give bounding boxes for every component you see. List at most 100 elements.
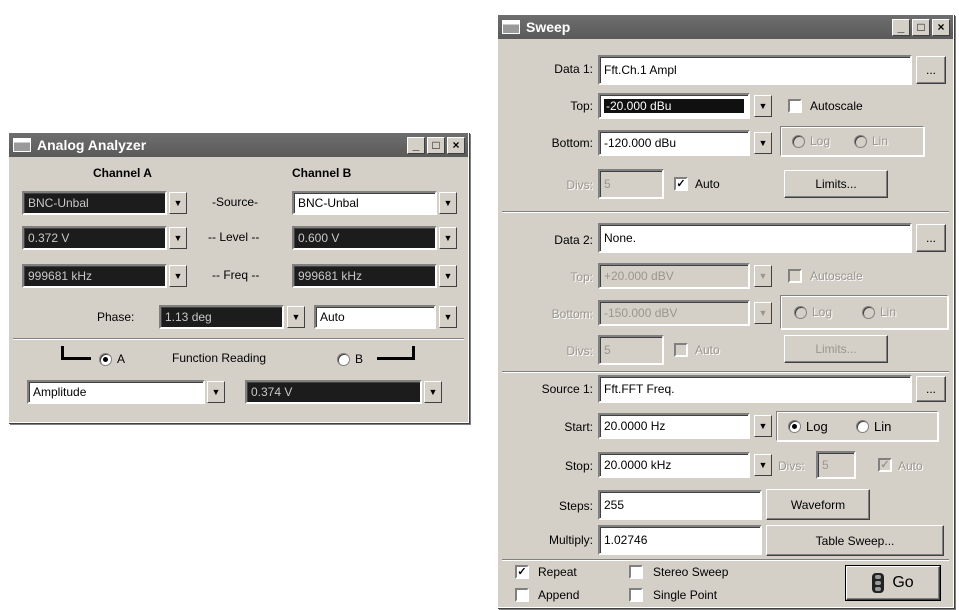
table-sweep-button[interactable]: Table Sweep... [766, 525, 944, 556]
dropdown-arrow-icon: ▼ [173, 233, 183, 243]
source1-value: Fft.FFT Freq. [604, 382, 675, 396]
stop-field[interactable]: 20.0000 kHz [598, 452, 750, 478]
minimize-button[interactable]: _ [892, 18, 910, 36]
channel-b-freq-dropdown[interactable]: ▼ [439, 265, 457, 287]
analog-titlebar[interactable]: Analog Analyzer _ □ × [9, 133, 468, 157]
data1-browse-button[interactable]: ... [916, 56, 946, 84]
channel-a-level-field: 0.372 V [22, 226, 167, 250]
function-value-field: 0.374 V [245, 380, 422, 404]
data1-log-radio[interactable] [792, 135, 805, 148]
multiply-field[interactable]: 1.02746 [598, 525, 762, 555]
window-icon [13, 138, 31, 152]
multiply-value: 1.02746 [604, 533, 648, 547]
divs-label: Divs: [566, 178, 593, 192]
channel-b-level-dropdown[interactable]: ▼ [439, 227, 457, 249]
divs2-auto-checkbox [674, 343, 688, 357]
channel-a-source-value: BNC-Unbal [28, 196, 89, 210]
divs-auto-checkbox[interactable]: ✓ [674, 177, 688, 191]
source-lin-radio[interactable] [856, 420, 869, 433]
phase-dropdown[interactable]: ▼ [287, 306, 305, 328]
divs2-value: 5 [604, 343, 611, 357]
source-label: -Source- [212, 195, 259, 209]
level-label: -- Level -- [208, 230, 260, 244]
bottom-dropdown[interactable]: ▼ [754, 132, 772, 154]
window-title: Sweep [526, 19, 571, 35]
autoscale-label: Autoscale [810, 99, 863, 113]
dropdown-arrow-icon: ▼ [758, 460, 768, 470]
stop-value: 20.0000 kHz [604, 458, 672, 472]
data1-value: Fft.Ch.1 Ampl [604, 63, 677, 77]
start-field[interactable]: 20.0000 Hz [598, 413, 750, 439]
channel-a-source-dropdown[interactable]: ▼ [169, 192, 187, 214]
phase-mode-value: Auto [320, 310, 345, 324]
close-button[interactable]: × [447, 136, 465, 154]
append-checkbox[interactable] [515, 588, 529, 602]
waveform-button[interactable]: Waveform [766, 489, 870, 520]
close-button[interactable]: × [932, 18, 950, 36]
analog-separator [13, 338, 464, 340]
data2-lin-label: Lin [880, 305, 897, 319]
stereo-sweep-checkbox[interactable] [629, 565, 643, 579]
data1-field[interactable]: Fft.Ch.1 Ampl [598, 55, 912, 85]
data2-label: Data 2: [554, 233, 593, 247]
bottom-value: -120.000 dBu [604, 136, 677, 150]
radio-channel-b[interactable] [337, 353, 350, 366]
limits-button[interactable]: Limits... [784, 170, 888, 198]
top-dropdown[interactable]: ▼ [754, 95, 772, 117]
channel-a-header: Channel A [93, 166, 152, 180]
data1-lin-radio[interactable] [854, 135, 867, 148]
traffic-light-icon [872, 573, 885, 593]
source1-browse-button[interactable]: ... [916, 376, 946, 402]
bottom-field[interactable]: -120.000 dBu [598, 130, 750, 156]
source1-field[interactable]: Fft.FFT Freq. [598, 375, 912, 403]
channel-a-freq-dropdown[interactable]: ▼ [169, 265, 187, 287]
start-dropdown[interactable]: ▼ [754, 415, 772, 437]
source-divs-label: Divs: [778, 459, 805, 473]
divs2-label: Divs: [566, 344, 593, 358]
channel-a-level-value: 0.372 V [28, 231, 70, 245]
window-title: Analog Analyzer [37, 137, 147, 153]
channel-a-level-dropdown[interactable]: ▼ [169, 227, 187, 249]
sweep-titlebar[interactable]: Sweep _ □ × [498, 15, 953, 39]
dropdown-arrow-icon: ▼ [758, 308, 768, 318]
maximize-button[interactable]: □ [427, 136, 445, 154]
source-log-radio[interactable] [788, 420, 801, 433]
dropdown-arrow-icon: ▼ [758, 271, 768, 281]
bracket-right [377, 346, 415, 360]
top2-value: +20.000 dBV [604, 269, 674, 283]
maximize-button[interactable]: □ [912, 18, 930, 36]
stop-label: Stop: [564, 459, 593, 473]
channel-a-source-field[interactable]: BNC-Unbal [22, 191, 167, 215]
stop-dropdown[interactable]: ▼ [754, 454, 772, 476]
channel-b-source-dropdown[interactable]: ▼ [439, 192, 457, 214]
checkmark-icon: ✓ [517, 565, 527, 578]
phase-mode-field[interactable]: Auto [314, 305, 436, 329]
steps-field[interactable]: 255 [598, 490, 762, 520]
single-point-checkbox[interactable] [629, 588, 643, 602]
channel-a-freq-field: 999681 kHz [22, 264, 167, 288]
source-separator [502, 559, 949, 561]
data1-label: Data 1: [554, 62, 593, 76]
channel-b-header: Channel B [292, 166, 352, 180]
data2-separator [502, 371, 949, 373]
data2-browse-button[interactable]: ... [916, 224, 946, 252]
radio-channel-a[interactable] [99, 353, 112, 366]
minimize-button[interactable]: _ [407, 136, 425, 154]
function-value-dropdown[interactable]: ▼ [424, 381, 442, 403]
source1-label: Source 1: [541, 382, 593, 396]
single-point-label: Single Point [653, 588, 718, 602]
window-icon [502, 20, 520, 34]
repeat-checkbox[interactable]: ✓ [515, 565, 529, 579]
source-divs-value: 5 [822, 458, 829, 472]
go-button[interactable]: Go [846, 566, 940, 600]
start-label: Start: [564, 420, 593, 434]
phase-mode-dropdown[interactable]: ▼ [439, 306, 457, 328]
channel-b-source-field[interactable]: BNC-Unbal [292, 191, 437, 215]
function-select-field[interactable]: Amplitude [27, 380, 205, 404]
top-field[interactable]: -20.000 dBu [598, 93, 750, 119]
radio-a-label: A [117, 352, 126, 366]
function-select-dropdown[interactable]: ▼ [207, 381, 225, 403]
autoscale-checkbox[interactable] [788, 99, 802, 113]
data2-field[interactable]: None. [598, 223, 912, 253]
repeat-label: Repeat [538, 565, 577, 579]
